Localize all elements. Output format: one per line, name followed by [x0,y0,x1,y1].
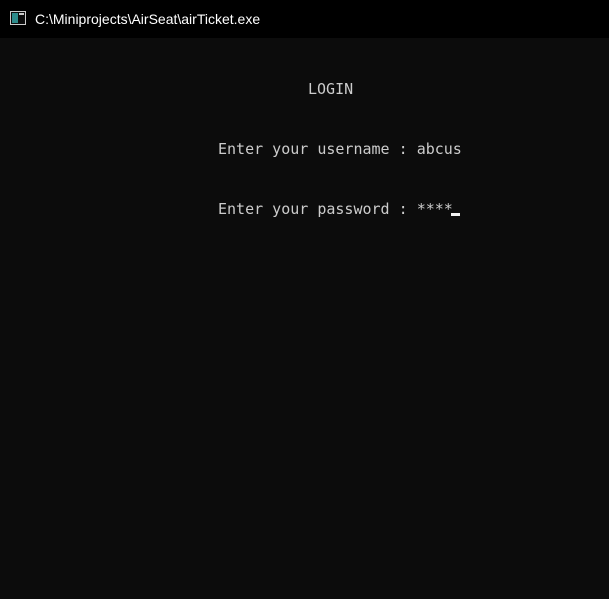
title-bar[interactable]: C:\Miniprojects\AirSeat\airTicket.exe [0,0,609,38]
console-output[interactable]: LOGIN Enter your username : abcus Enter … [0,38,609,599]
console-window: C:\Miniprojects\AirSeat\airTicket.exe LO… [0,0,609,599]
text-cursor [451,213,460,216]
password-line: Enter your password : **** [218,200,453,218]
console-app-icon[interactable] [10,11,26,25]
password-value: **** [416,200,453,218]
login-heading: LOGIN [308,80,354,98]
username-line: Enter your username : abcus [218,140,462,158]
username-value: abcus [416,140,462,158]
window-title: C:\Miniprojects\AirSeat\airTicket.exe [35,11,261,27]
username-prompt: Enter your username : [218,140,417,158]
password-prompt: Enter your password : [218,200,417,218]
